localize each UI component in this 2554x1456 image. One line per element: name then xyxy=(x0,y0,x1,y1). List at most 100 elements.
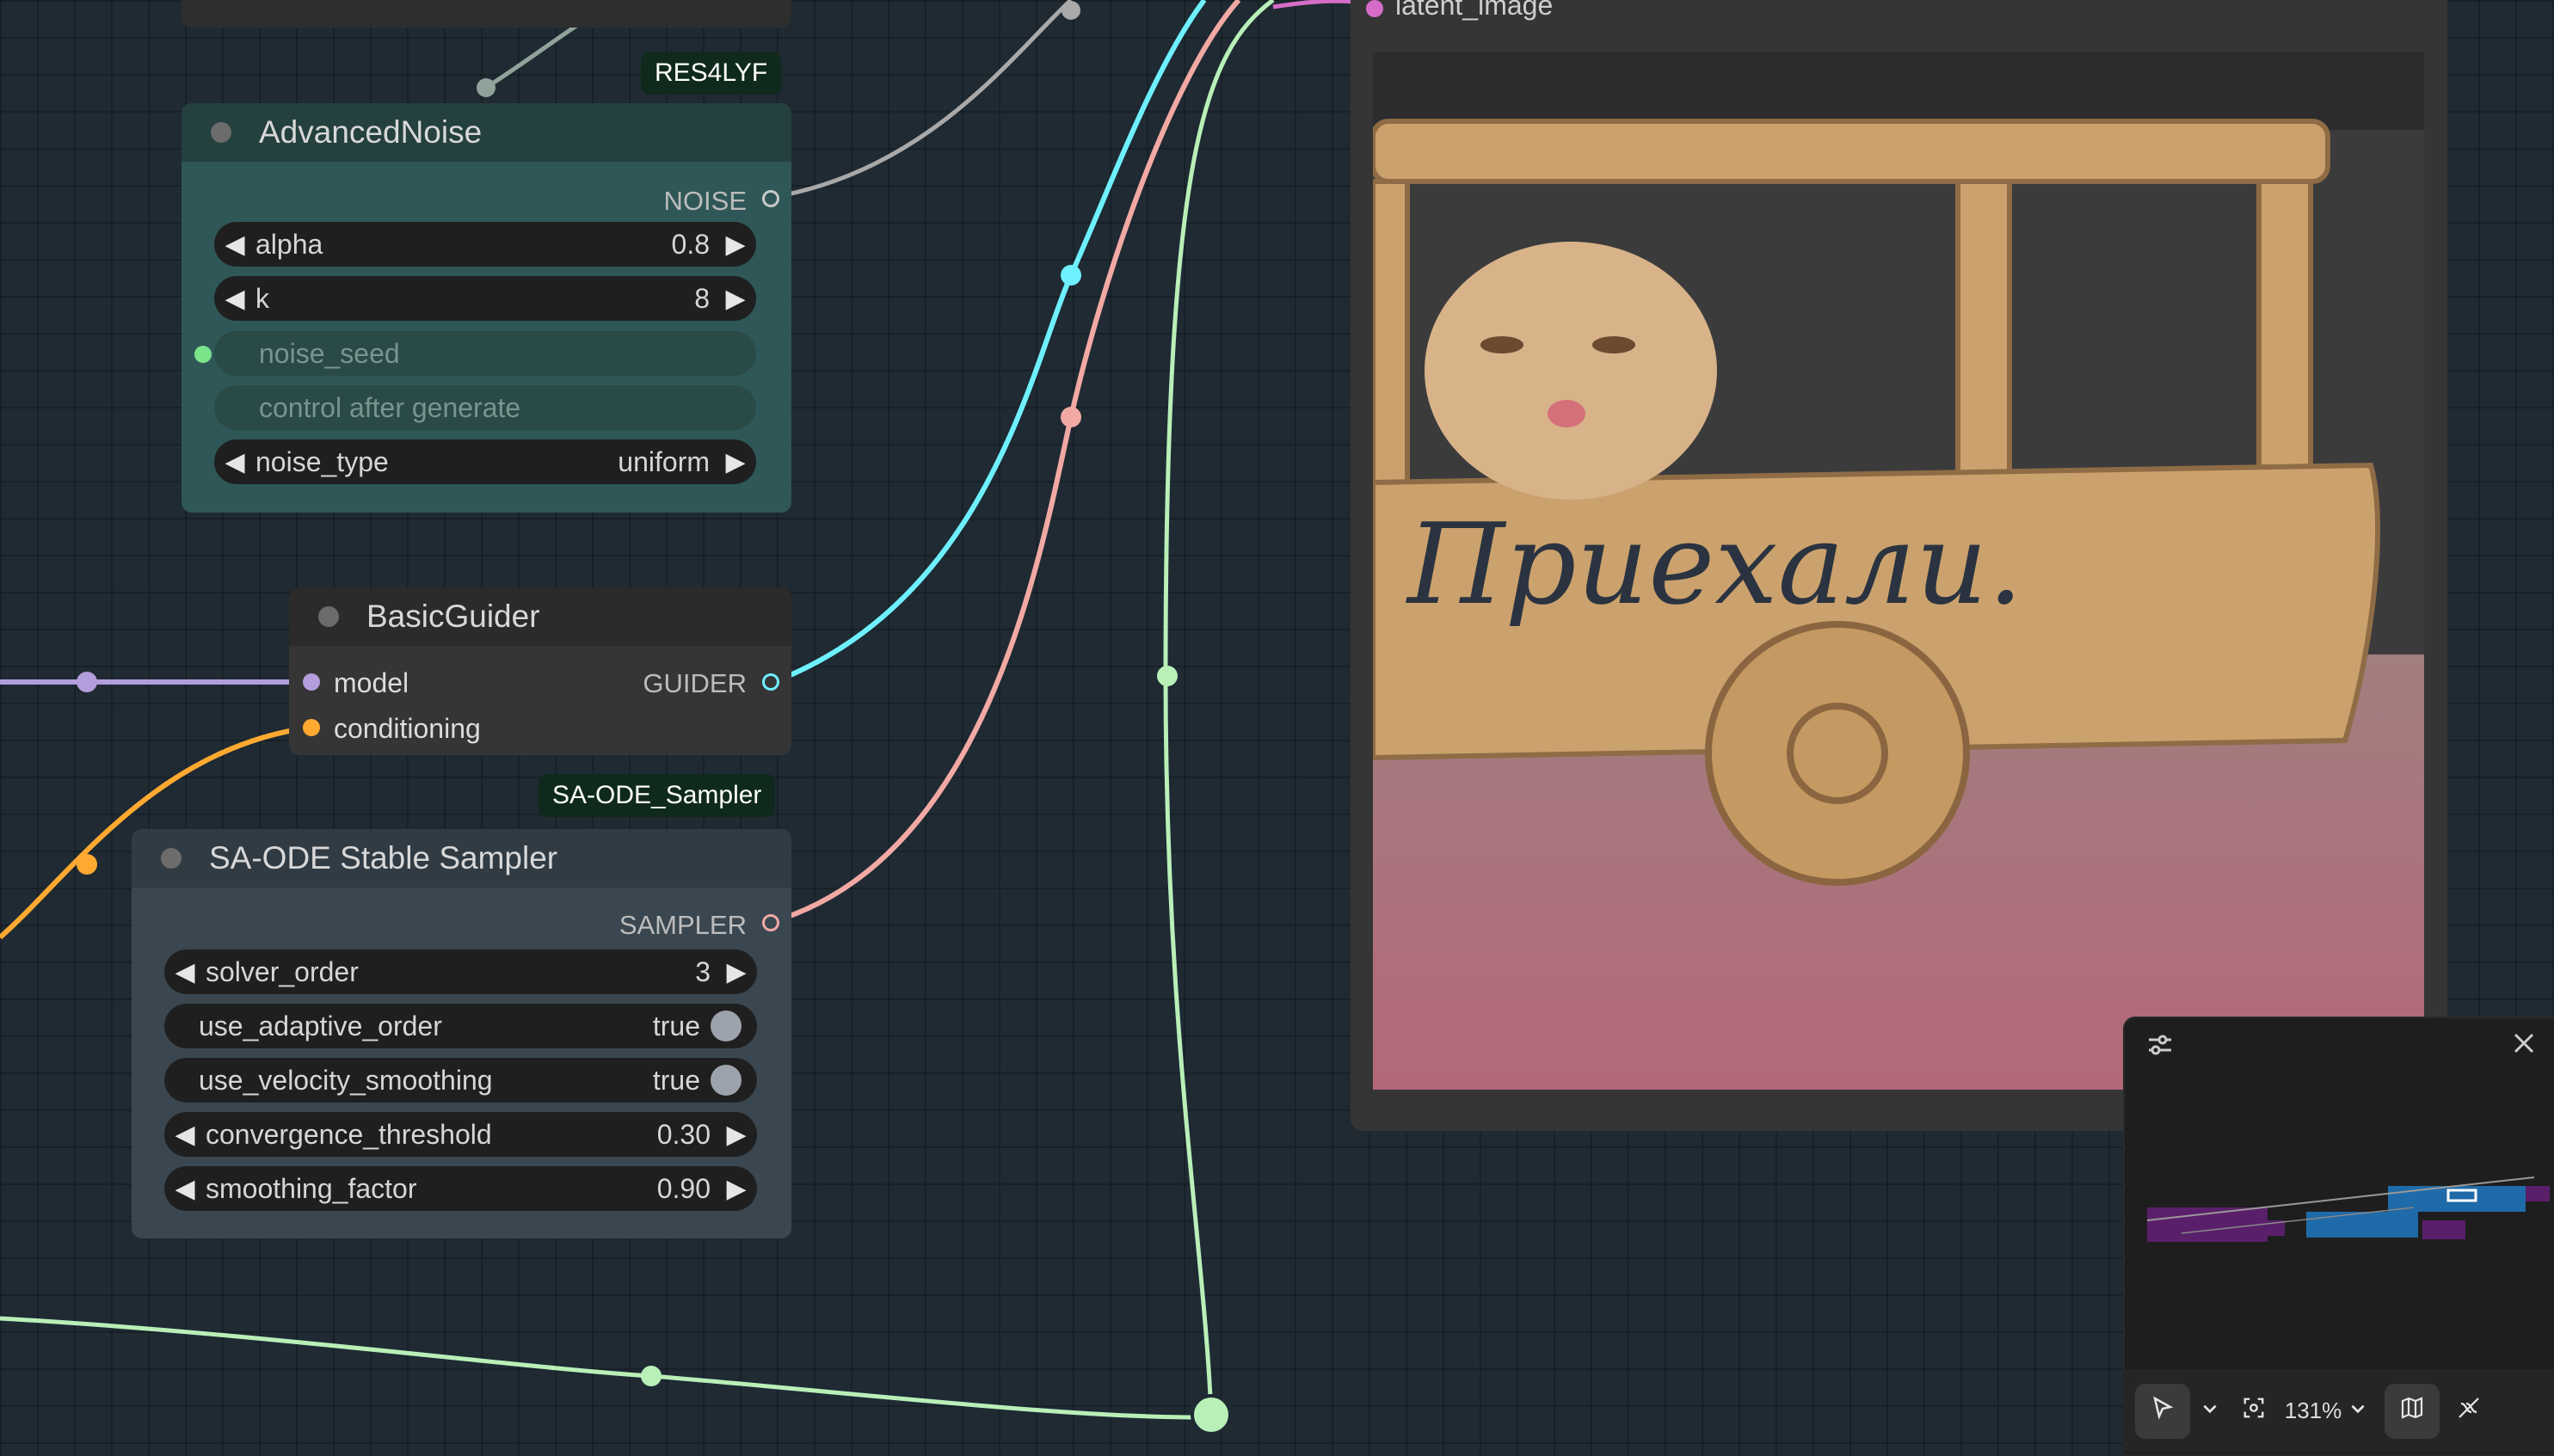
widget-value: 8 xyxy=(694,282,710,314)
sa-ode-badge: SA-ODE_Sampler xyxy=(538,774,776,817)
bus-caption: Приехали. xyxy=(1406,499,2023,630)
minimap-canvas[interactable] xyxy=(2130,1139,2551,1311)
fit-view-button[interactable] xyxy=(2230,1384,2278,1439)
advanced-noise-header[interactable]: AdvancedNoise xyxy=(182,103,791,162)
cat-shape xyxy=(1425,242,1717,500)
collapse-dot[interactable] xyxy=(318,606,339,627)
map-icon xyxy=(2399,1395,2425,1427)
bottom-end-reroute xyxy=(1191,1394,1232,1435)
basic-guider-node[interactable]: BasicGuider model conditioning GUIDER xyxy=(289,587,791,755)
basic-guider-header[interactable]: BasicGuider xyxy=(289,587,791,646)
noise-output-label: NOISE xyxy=(663,186,747,216)
k-widget[interactable]: ◀ k 8 ▶ xyxy=(214,276,756,321)
widget-name: use_velocity_smoothing xyxy=(199,1064,493,1096)
guider-wire xyxy=(767,0,1207,686)
chevron-down-icon xyxy=(2348,1398,2367,1424)
node-title: BasicGuider xyxy=(366,599,540,634)
sampler-reroute xyxy=(1061,407,1081,427)
collapse-dot[interactable] xyxy=(161,848,182,869)
increment-icon[interactable]: ▶ xyxy=(715,230,756,260)
widget-name: control after generate xyxy=(259,391,521,423)
convergence-threshold-widget[interactable]: ◀ convergence_threshold 0.30 ▶ xyxy=(164,1112,757,1157)
sa-ode-header[interactable]: SA-ODE Stable Sampler xyxy=(132,829,791,888)
minimap-toggle-button[interactable] xyxy=(2385,1383,2440,1439)
node-title: SA-ODE Stable Sampler xyxy=(209,840,558,875)
link-visibility-button[interactable] xyxy=(2445,1384,2493,1439)
use-adaptive-order-widget[interactable]: use_adaptive_order true xyxy=(164,1004,757,1048)
zoom-control[interactable]: 131% xyxy=(2283,1384,2369,1439)
sa-ode-sampler-node[interactable]: SA-ODE Stable Sampler SAMPLER ◀ solver_o… xyxy=(132,829,791,1238)
use-velocity-smoothing-widget[interactable]: use_velocity_smoothing true xyxy=(164,1058,757,1103)
decrement-icon[interactable]: ◀ xyxy=(214,284,255,314)
toggle-switch[interactable] xyxy=(711,1011,742,1041)
collapse-dot[interactable] xyxy=(211,122,231,143)
sliders-icon[interactable] xyxy=(2145,1030,2175,1060)
node-title: AdvancedNoise xyxy=(259,114,483,150)
model-input-socket[interactable] xyxy=(303,673,320,691)
guider-output-label: GUIDER xyxy=(643,668,747,698)
decrement-icon[interactable]: ◀ xyxy=(164,957,206,987)
widget-value: 0.8 xyxy=(671,228,710,260)
select-tool-button[interactable] xyxy=(2135,1383,2190,1439)
widget-name: use_adaptive_order xyxy=(199,1010,442,1041)
noise-type-widget[interactable]: ◀ noise_type uniform ▶ xyxy=(214,439,756,484)
smoothing-factor-widget[interactable]: ◀ smoothing_factor 0.90 ▶ xyxy=(164,1166,757,1211)
close-icon[interactable] xyxy=(2511,1030,2537,1056)
widget-name: smoothing_factor xyxy=(206,1172,417,1204)
noise-seed-input-socket[interactable] xyxy=(194,346,212,363)
increment-icon[interactable]: ▶ xyxy=(716,957,757,987)
decrement-icon[interactable]: ◀ xyxy=(214,447,255,477)
widget-name: noise_type xyxy=(255,445,389,477)
noise-input-reroute xyxy=(477,78,495,97)
widget-value: 0.30 xyxy=(656,1118,711,1150)
widget-name: solver_order xyxy=(206,955,359,987)
noise-seed-widget[interactable]: noise_seed xyxy=(214,331,756,376)
sampler-output-label: SAMPLER xyxy=(618,910,747,940)
latent-reroute xyxy=(1157,666,1178,686)
tool-menu-toggle[interactable] xyxy=(2195,1384,2225,1439)
solver-order-widget[interactable]: ◀ solver_order 3 ▶ xyxy=(164,949,757,994)
widget-value: 3 xyxy=(695,955,711,987)
increment-icon[interactable]: ▶ xyxy=(715,284,756,314)
preview-node[interactable]: latent_image Приехали. xyxy=(1351,0,2447,1131)
bottom-wire xyxy=(0,1316,1212,1420)
increment-icon[interactable]: ▶ xyxy=(716,1120,757,1150)
preview-image[interactable]: Приехали. xyxy=(1373,52,2424,1090)
image-wire xyxy=(1272,0,1356,9)
widget-value: 0.90 xyxy=(656,1172,711,1204)
widget-name: k xyxy=(255,282,269,314)
latent-image-label: latent_image xyxy=(1395,0,1554,21)
bottom-reroute xyxy=(641,1366,662,1386)
decrement-icon[interactable]: ◀ xyxy=(214,230,255,260)
widget-name: convergence_threshold xyxy=(206,1118,492,1150)
decrement-icon[interactable]: ◀ xyxy=(164,1174,206,1204)
noise-input-wire xyxy=(480,23,578,93)
conditioning-input-label: conditioning xyxy=(334,713,481,744)
noise-output-socket[interactable] xyxy=(762,190,779,207)
fit-view-icon xyxy=(2242,1396,2266,1426)
guider-reroute xyxy=(1061,265,1081,286)
guider-output-socket[interactable] xyxy=(762,673,779,691)
increment-icon[interactable]: ▶ xyxy=(715,447,756,477)
bus-wheel xyxy=(1705,621,1970,886)
advanced-noise-node[interactable]: AdvancedNoise NOISE ◀ alpha 0.8 ▶ ◀ k 8 … xyxy=(182,103,791,513)
control-after-generate-widget[interactable]: control after generate xyxy=(214,385,756,430)
alpha-widget[interactable]: ◀ alpha 0.8 ▶ xyxy=(214,222,756,267)
latent-image-input-socket[interactable] xyxy=(1366,0,1383,17)
conditioning-input-socket[interactable] xyxy=(303,719,320,736)
sampler-output-socket[interactable] xyxy=(762,914,779,931)
partial-node-top[interactable] xyxy=(182,0,791,28)
decrement-icon[interactable]: ◀ xyxy=(164,1120,206,1150)
toggle-switch[interactable] xyxy=(711,1065,742,1096)
widget-name: alpha xyxy=(255,228,323,260)
latent-wire xyxy=(1163,0,1275,1416)
widget-name: noise_seed xyxy=(259,337,400,369)
model-input-label: model xyxy=(334,667,409,698)
noise-wire xyxy=(768,0,1073,200)
zoom-level: 131% xyxy=(2284,1398,2342,1423)
widget-value: true xyxy=(652,1064,700,1096)
advanced-noise-badge: RES4LYF xyxy=(641,52,782,95)
chevron-down-icon xyxy=(2200,1398,2219,1424)
widget-value: uniform xyxy=(618,445,710,477)
increment-icon[interactable]: ▶ xyxy=(716,1174,757,1204)
